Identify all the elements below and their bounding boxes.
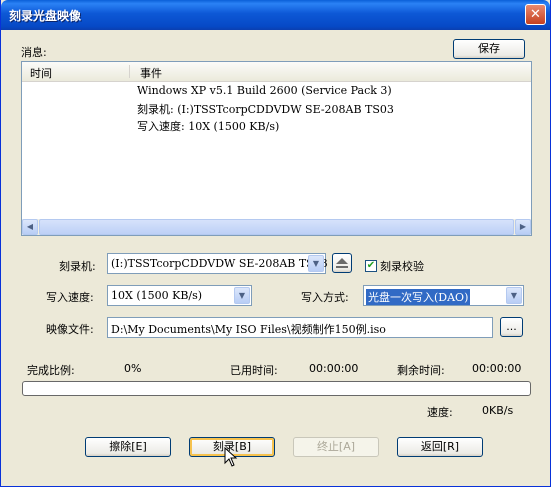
back-button[interactable]: 返回[R]: [397, 437, 483, 457]
speed-select[interactable]: 10X (1500 KB/s) ▼: [107, 285, 252, 306]
window-title: 刻录光盘映像: [9, 9, 82, 23]
scroll-left-icon[interactable]: ◀: [22, 219, 38, 235]
speed-status-label: 速度:: [427, 406, 453, 419]
verify-label[interactable]: 刻录校验: [380, 258, 424, 274]
browse-button[interactable]: ...: [500, 317, 523, 337]
speed-value: 10X (1500 KB/s): [111, 289, 203, 302]
burn-image-dialog: 刻录光盘映像 ✕ 消息: 保存 时间 事件 Windows XP v5.1 Bu…: [0, 0, 551, 487]
image-file-label: 映像文件:: [46, 323, 94, 336]
list-header: 时间 事件: [22, 62, 531, 82]
image-file-value: D:\My Documents\My ISO Files\视频制作150例.is…: [111, 323, 386, 336]
close-button[interactable]: ✕: [525, 4, 546, 25]
stop-button: 终止[A]: [293, 437, 379, 457]
remaining-label: 剩余时间:: [397, 364, 445, 377]
eject-button[interactable]: [332, 253, 352, 273]
column-divider[interactable]: [129, 65, 130, 78]
messages-label: 消息:: [21, 46, 47, 59]
image-file-field[interactable]: D:\My Documents\My ISO Files\视频制作150例.is…: [107, 317, 493, 338]
erase-button[interactable]: 擦除[E]: [85, 437, 171, 457]
percent-label: 完成比例:: [27, 364, 75, 377]
horizontal-scrollbar[interactable]: ◀ ▶: [22, 219, 531, 235]
elapsed-value: 00:00:00: [309, 362, 359, 375]
close-icon: ✕: [530, 7, 541, 22]
message-list[interactable]: 时间 事件 Windows XP v5.1 Build 2600 (Servic…: [21, 61, 532, 236]
percent-value: 0%: [124, 362, 142, 375]
write-mode-label: 写入方式:: [301, 291, 349, 304]
burner-value: (I:)TSSTcorpCDDVDW SE-208AB TS03: [111, 257, 328, 270]
chevron-down-icon[interactable]: ▼: [308, 255, 324, 272]
column-time[interactable]: 时间: [30, 65, 52, 81]
speed-label: 写入速度:: [46, 291, 94, 304]
write-mode-value: 光盘一次写入(DAO): [366, 289, 471, 305]
verify-checkbox[interactable]: ✔: [365, 260, 377, 272]
write-mode-select[interactable]: 光盘一次写入(DAO) ▼: [363, 285, 524, 306]
progress-bar: [22, 381, 531, 396]
elapsed-label: 已用时间:: [230, 364, 278, 377]
remaining-value: 00:00:00: [472, 362, 522, 375]
burner-select[interactable]: (I:)TSSTcorpCDDVDW SE-208AB TS03 ▼: [107, 253, 328, 274]
eject-icon: [336, 258, 348, 268]
list-item: 刻录机: (I:)TSSTcorpCDDVDW SE-208AB TS03: [137, 103, 394, 116]
list-item: 写入速度: 10X (1500 KB/s): [137, 120, 280, 133]
burner-label: 刻录机:: [59, 260, 96, 273]
scroll-thumb[interactable]: [39, 219, 514, 235]
list-item: Windows XP v5.1 Build 2600 (Service Pack…: [137, 84, 392, 97]
title-bar[interactable]: 刻录光盘映像 ✕: [1, 0, 550, 30]
chevron-down-icon[interactable]: ▼: [234, 287, 250, 304]
mouse-cursor-icon: [224, 447, 238, 467]
chevron-down-icon[interactable]: ▼: [506, 287, 522, 304]
scroll-right-icon[interactable]: ▶: [515, 219, 531, 235]
save-button[interactable]: 保存: [453, 39, 525, 59]
column-event[interactable]: 事件: [140, 65, 162, 81]
check-icon: ✔: [366, 260, 376, 271]
speed-status-value: 0KB/s: [482, 404, 514, 417]
